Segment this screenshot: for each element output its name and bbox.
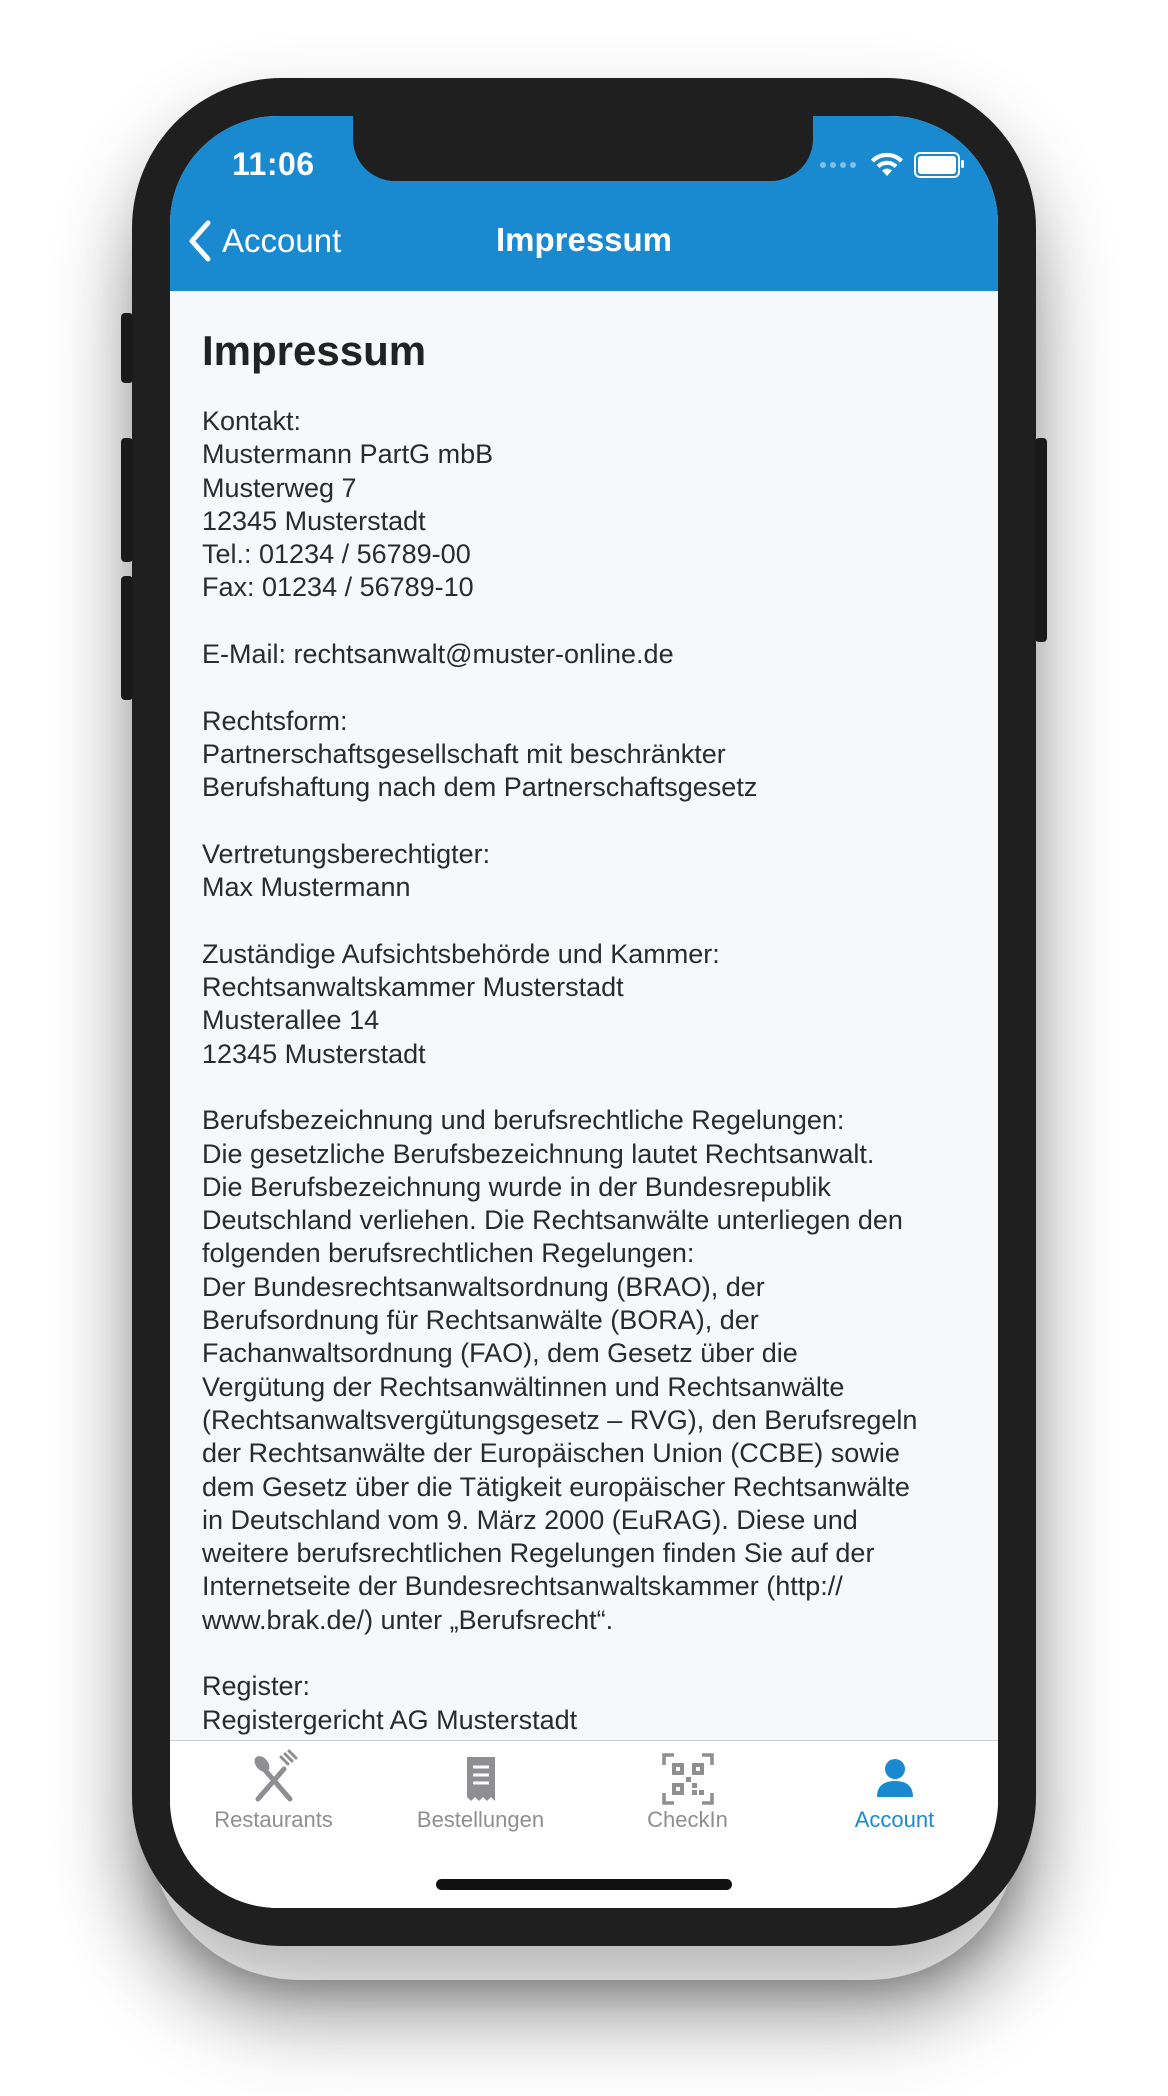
person-icon — [876, 1759, 913, 1797]
notch — [353, 116, 813, 181]
tab-restaurants[interactable]: Restaurants — [170, 1749, 377, 1849]
tab-label-restaurants: Restaurants — [214, 1807, 333, 1832]
supervisory-authority-paragraph: Zuständige Aufsichtsbehörde und Kammer: … — [202, 938, 720, 1069]
cellular-signal-icon — [820, 162, 856, 168]
home-indicator[interactable] — [436, 1879, 732, 1890]
receipt-icon — [466, 1757, 495, 1801]
representative-paragraph: Vertretungsberechtigter: Max Mustermann — [202, 838, 491, 903]
volume-down-button — [121, 576, 133, 700]
tab-checkin[interactable]: CheckIn — [584, 1749, 791, 1849]
professional-regulations-paragraph: Berufsbezeichnung und berufsrechtliche R… — [202, 1105, 918, 1635]
fork-knife-icon — [254, 1749, 297, 1802]
tab-bestellungen[interactable]: Bestellungen — [377, 1749, 584, 1849]
tab-account[interactable]: Account — [791, 1749, 998, 1849]
email-paragraph: E-Mail: rechtsanwalt@muster-online.de — [202, 639, 674, 670]
volume-up-button — [121, 438, 133, 562]
tab-bar: Restaurants Bestellungen CheckIn Account — [170, 1740, 998, 1908]
wifi-icon — [871, 152, 903, 176]
nav-title: Impressum — [495, 221, 673, 258]
page-title: Impressum — [202, 327, 427, 374]
impressum-content[interactable]: Impressum Kontakt: Mustermann PartG mbB … — [202, 291, 978, 1856]
tab-label-bestellungen: Bestellungen — [416, 1807, 545, 1832]
impressum-text: Kontakt: Mustermann PartG mbB Musterweg … — [202, 405, 978, 1737]
tab-label-checkin: CheckIn — [647, 1807, 728, 1832]
battery-icon — [914, 152, 964, 178]
status-time: 11:06 — [232, 146, 315, 182]
power-button — [1035, 438, 1047, 642]
legal-form-paragraph: Rechtsform: Partnerschaftsgesellschaft m… — [202, 705, 758, 803]
tab-label-account: Account — [854, 1807, 935, 1832]
register-paragraph: Register: Registergericht AG Musterstadt — [202, 1671, 578, 1735]
status-icons — [820, 152, 964, 178]
screen: 11:06 Account Impressum Impressum Kontak… — [170, 116, 998, 1908]
contact-paragraph: Kontakt: Mustermann PartG mbB Musterweg … — [202, 406, 494, 603]
qr-code-icon — [661, 1753, 714, 1805]
silent-switch — [121, 313, 133, 383]
